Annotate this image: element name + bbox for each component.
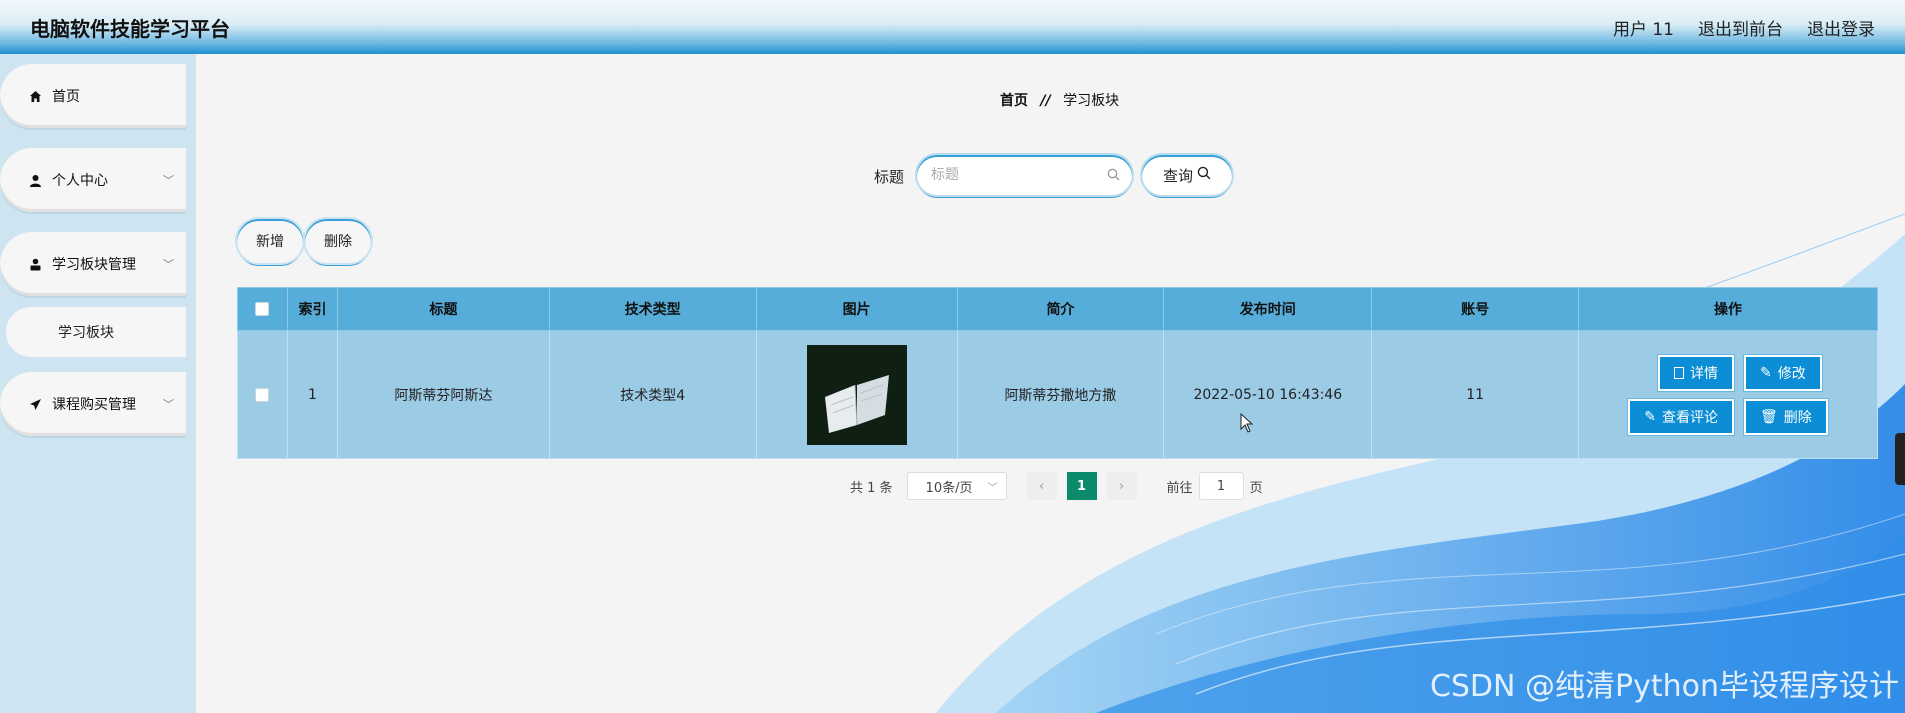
add-button-label: 新增 (256, 234, 284, 250)
query-button[interactable]: 查询 (1142, 155, 1232, 195)
watermark: CSDN @纯清Python毕设程序设计 (1429, 669, 1899, 704)
page-size-select[interactable]: 10条/页 ﹀ (906, 472, 1007, 500)
top-header: 电脑软件技能学习平台 用户 11 退出到前台 退出登录 (0, 0, 1905, 54)
pencil-icon: ✎ (1760, 364, 1772, 381)
select-all-checkbox[interactable] (255, 302, 270, 316)
cell-operations: 详情 ✎ 修改 ✎ 查看评论 🗑 删除 (1578, 330, 1878, 459)
column-header: 图片 (755, 287, 958, 331)
batch-delete-button-label: 删除 (324, 234, 352, 250)
logout-link[interactable]: 退出登录 (1807, 15, 1875, 40)
mouse-cursor-icon (1240, 412, 1254, 437)
home-icon (28, 89, 42, 103)
column-header: 简介 (956, 287, 1165, 331)
table-row: 1 阿斯蒂芬阿斯达 技术类型4 阿斯蒂芬撒地方撒 2022-05-10 16:4… (237, 330, 1878, 459)
row-delete-button[interactable]: 🗑 删除 (1746, 400, 1826, 433)
edit-button-label: 修改 (1777, 365, 1806, 382)
send-icon (28, 397, 42, 411)
breadcrumb-home[interactable]: 首页 (1000, 93, 1028, 109)
cell-index: 1 (286, 330, 338, 459)
chevron-down-icon: ﹀ (163, 398, 174, 411)
breadcrumb-current: 学习板块 (1063, 93, 1120, 109)
row-delete-button-label: 删除 (1783, 409, 1812, 426)
detail-button-label: 详情 (1690, 365, 1719, 382)
column-header: 技术类型 (548, 287, 757, 331)
query-button-label: 查询 (1162, 166, 1193, 185)
sidebar-item-home[interactable]: 首页 (0, 64, 186, 128)
column-header: 标题 (336, 287, 550, 331)
sidebar-subitem-label: 学习板块 (58, 325, 114, 341)
batch-delete-button[interactable]: 删除 (305, 219, 371, 263)
sidebar-item-course-purchase-mgmt[interactable]: 课程购买管理 ﹀ (0, 372, 186, 436)
breadcrumb: 首页 // 学习板块 (1000, 90, 1119, 110)
document-icon (1674, 366, 1685, 379)
chevron-left-icon: ‹ (1038, 478, 1045, 494)
exit-to-front-link[interactable]: 退出到前台 (1698, 15, 1783, 40)
column-header: 发布时间 (1163, 287, 1373, 331)
sidebar-subitem-study-section[interactable]: 学习板块 (6, 307, 186, 357)
next-page-button[interactable]: › (1106, 472, 1137, 500)
view-comments-button-label: 查看评论 (1662, 409, 1719, 426)
user-link[interactable]: 用户 11 (1613, 15, 1674, 40)
view-comments-button[interactable]: ✎ 查看评论 (1630, 400, 1733, 433)
cell-intro: 阿斯蒂芬撒地方撒 (956, 330, 1165, 459)
prev-page-button[interactable]: ‹ (1026, 472, 1057, 500)
edit-button[interactable]: ✎ 修改 (1746, 356, 1820, 389)
cell-account: 11 (1371, 330, 1580, 459)
page-number-current[interactable]: 1 (1066, 472, 1097, 500)
header-links: 用户 11 退出到前台 退出登录 (1613, 15, 1875, 40)
chevron-right-icon: › (1118, 478, 1125, 494)
scroll-handle[interactable] (1895, 433, 1905, 485)
search-icon (1197, 166, 1211, 184)
page-size-value: 10条/页 (925, 480, 973, 496)
pagination: 共 1 条 10条/页 ﹀ ‹ 1 › 前往 1 页 (850, 472, 1263, 500)
goto-suffix: 页 (1249, 480, 1263, 496)
sidebar-item-label: 个人中心 (52, 173, 108, 189)
trash-icon: 🗑 (1760, 408, 1778, 425)
table-header-row: 索引 标题 技术类型 图片 简介 发布时间 账号 操作 (237, 287, 1878, 331)
sidebar-item-label: 首页 (52, 89, 80, 105)
breadcrumb-separator: // (1040, 93, 1051, 109)
cell-tech-type: 技术类型4 (548, 330, 757, 459)
chevron-down-icon: ﹀ (163, 174, 174, 187)
row-checkbox[interactable] (255, 387, 270, 402)
data-table: 索引 标题 技术类型 图片 简介 发布时间 账号 操作 1 阿斯蒂芬阿斯达 技术… (237, 287, 1878, 459)
add-button[interactable]: 新增 (237, 219, 303, 263)
app-title: 电脑软件技能学习平台 (30, 16, 230, 41)
goto-page-input[interactable]: 1 (1198, 472, 1244, 500)
book-thumbnail-image (806, 344, 907, 445)
column-header: 索引 (286, 287, 338, 331)
search-label: 标题 (874, 168, 905, 186)
column-header: 账号 (1371, 287, 1580, 331)
row-actions: 详情 ✎ 修改 ✎ 查看评论 🗑 删除 (1579, 356, 1877, 433)
sidebar: 首页 个人中心 ﹀ 学习板块管理 ﹀ 学习板块 课程购买管理 ﹀ (0, 54, 196, 713)
cell-publish-time: 2022-05-10 16:43:46 (1163, 330, 1373, 459)
pencil-icon: ✎ (1644, 408, 1657, 425)
search-field[interactable] (917, 155, 1132, 195)
column-header: 操作 (1578, 287, 1878, 331)
sidebar-item-label: 学习板块管理 (52, 257, 136, 273)
user-icon (28, 173, 42, 187)
sidebar-item-label: 课程购买管理 (52, 397, 136, 413)
search-input[interactable] (931, 167, 1107, 183)
cell-image (755, 330, 958, 459)
sidebar-item-study-section-mgmt[interactable]: 学习板块管理 ﹀ (0, 232, 186, 296)
sidebar-item-personal-center[interactable]: 个人中心 ﹀ (0, 148, 186, 212)
search-icon (1107, 166, 1120, 185)
detail-button[interactable]: 详情 (1660, 356, 1733, 389)
person-badge-icon (28, 257, 42, 271)
total-count: 共 1 条 (850, 480, 893, 496)
select-all-cell[interactable] (237, 287, 288, 331)
cell-title: 阿斯蒂芬阿斯达 (336, 330, 550, 459)
goto-prefix: 前往 (1166, 480, 1193, 496)
row-select-cell[interactable] (237, 330, 288, 459)
chevron-down-icon: ﹀ (987, 482, 998, 494)
chevron-down-icon: ﹀ (163, 258, 174, 271)
